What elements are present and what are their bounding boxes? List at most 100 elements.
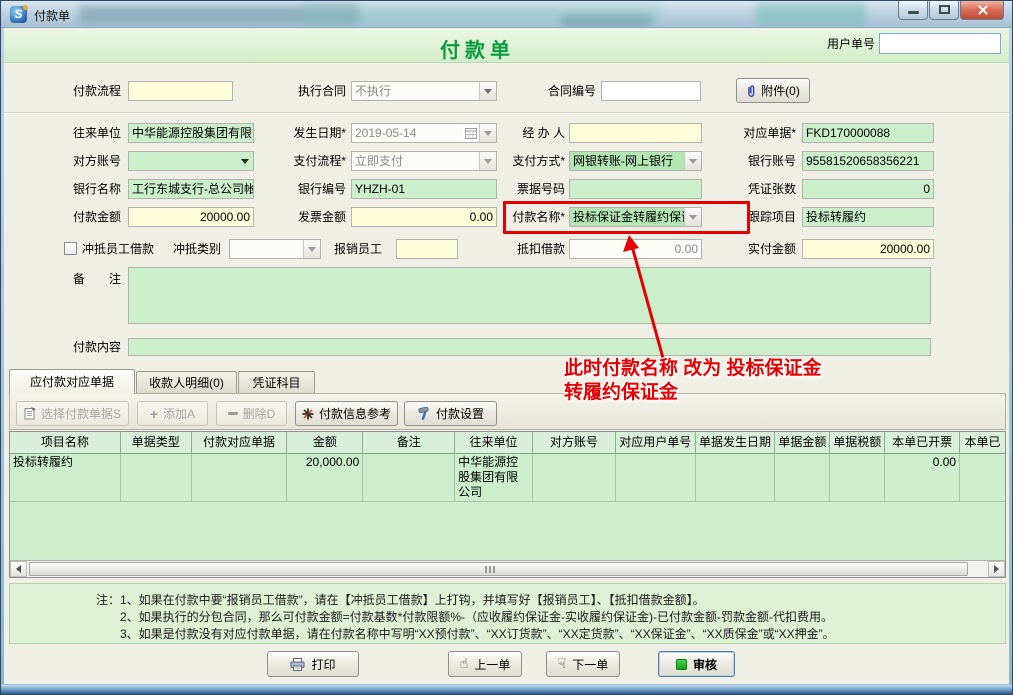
cell-user-no[interactable] (616, 454, 696, 502)
pay-method-select[interactable]: 网银转账-网上银行 (569, 151, 702, 171)
expense-emp-label: 报销员工 (334, 239, 386, 259)
exec-contract-value: 不执行 (352, 82, 479, 100)
plus-icon: + (150, 408, 158, 420)
exec-contract-label: 执行合同 (292, 81, 346, 101)
window-border-right (1009, 28, 1012, 694)
minimize-button[interactable] (898, 1, 928, 20)
column-header: 单据金额 (775, 432, 830, 454)
annotation-arrow (601, 234, 691, 360)
separator (4, 112, 1011, 114)
chevron-down-icon[interactable] (303, 240, 320, 258)
next-doc-button[interactable]: ☟ 下一单 (546, 651, 620, 677)
delete-button[interactable]: 删除D (216, 401, 287, 426)
window-controls (897, 1, 1004, 20)
audit-button[interactable]: 审核 (658, 651, 735, 677)
scroll-left-button[interactable] (10, 561, 27, 577)
payment-flow-input[interactable] (128, 81, 233, 101)
tab-payable-docs[interactable]: 应付款对应单据 (9, 369, 135, 394)
form-title: 付款单 (4, 34, 951, 63)
pay-flow-label: 支付流程* (280, 151, 346, 171)
payment-info-reference-button[interactable]: 付款信息参考 (295, 401, 398, 426)
party-account-select[interactable] (128, 151, 254, 171)
notes-panel: 注：1、如果在付款中要“报销员工借款”，请在【冲抵员工借款】上打钩，并填写好【报… (9, 583, 1006, 644)
add-button-label: 添加A (163, 405, 195, 422)
pay-amount-label: 付款金额 (41, 207, 121, 227)
bill-no-field[interactable] (569, 179, 702, 199)
cell-amount[interactable]: 20,000.00 (287, 454, 363, 502)
deduct-loan-label: 抵扣借款 (499, 239, 565, 259)
background-blur (756, 3, 866, 27)
cell-doc-type[interactable] (121, 454, 192, 502)
cell-doc-tax[interactable] (830, 454, 885, 502)
window-border-left (1, 28, 4, 694)
chevron-down-icon[interactable] (236, 152, 253, 170)
bank-name-field[interactable]: 工行东城支行-总公司帐 (128, 179, 254, 199)
expense-emp-input[interactable] (396, 239, 458, 259)
select-payment-doc-button[interactable]: 选择付款单据S (16, 401, 129, 426)
cell-doc-date[interactable] (696, 454, 776, 502)
hand-up-icon: ☝ (460, 657, 469, 671)
background-blur (561, 15, 651, 27)
scrollbar-thumb[interactable] (29, 562, 968, 576)
contract-no-input[interactable] (601, 81, 701, 101)
occur-date-value: 2019-05-14 (352, 124, 463, 142)
party-account-value (129, 152, 236, 170)
offset-loan-checkbox[interactable] (64, 242, 77, 255)
select-payment-doc-label: 选择付款单据S (41, 405, 121, 422)
cell-partner[interactable]: 中华能源控股集团有限公司 (455, 454, 533, 502)
handler-input[interactable] (569, 123, 702, 143)
track-item-field[interactable]: 投标转履约 (802, 207, 934, 227)
tab-voucher-subjects[interactable]: 凭证科目 (238, 371, 315, 394)
chevron-down-icon[interactable] (684, 152, 701, 170)
offset-type-select[interactable] (229, 239, 321, 259)
occur-date-picker[interactable]: 2019-05-14 (351, 123, 497, 143)
table-row[interactable]: 投标转履约 20,000.00 中华能源控股集团有限公司 0.00 (10, 454, 1005, 502)
ref-doc-field[interactable]: FKD170000088 (802, 123, 934, 143)
cell-project-name[interactable]: 投标转履约 (10, 454, 121, 502)
exec-contract-select[interactable]: 不执行 (351, 81, 497, 101)
offset-type-label: 冲抵类别 (173, 239, 223, 259)
invoice-amount-input[interactable]: 0.00 (351, 207, 497, 227)
hammer-icon (417, 407, 431, 420)
chevron-down-icon[interactable] (479, 152, 496, 170)
chevron-down-icon[interactable] (479, 82, 496, 100)
chevron-down-icon[interactable] (479, 124, 496, 142)
minimize-icon (908, 11, 919, 14)
payment-order-window: S 付款单 付款单 用户单号 付款流程 执行合同 不执行 合同编号 附件(0) … (0, 0, 1013, 695)
table-toolbar: 选择付款单据S + 添加A 删除D 付款信息参考 付款设置 (9, 393, 1006, 430)
partner-field[interactable]: 中华能源控股集团有限公司 (128, 123, 254, 143)
maximize-button[interactable] (929, 1, 959, 20)
column-header: 本单已 (960, 432, 1005, 454)
printer-icon (290, 658, 305, 671)
actual-amount-input[interactable]: 20000.00 (802, 239, 934, 259)
attachment-button[interactable]: 附件(0) (736, 78, 810, 103)
horizontal-scrollbar[interactable] (10, 560, 1005, 577)
close-button[interactable] (960, 1, 1004, 20)
minus-icon (228, 412, 238, 415)
voucher-count-field[interactable]: 0 (802, 179, 934, 199)
cell-pay-doc[interactable] (192, 454, 288, 502)
column-header: 本单已开票 (885, 432, 960, 454)
bank-name-label: 银行名称 (41, 179, 121, 199)
pay-flow-select[interactable]: 立即支付 (351, 151, 497, 171)
actual-amount-label: 实付金额 (711, 239, 796, 259)
remark-textarea[interactable] (128, 267, 931, 324)
tab-payee-detail[interactable]: 收款人明细(0) (136, 371, 237, 394)
user-no-input[interactable] (879, 33, 1001, 54)
pay-amount-input[interactable]: 20000.00 (128, 207, 254, 227)
cell-remark[interactable] (363, 454, 455, 502)
scroll-right-button[interactable] (988, 561, 1005, 577)
payment-info-reference-label: 付款信息参考 (319, 405, 391, 422)
cell-invoiced[interactable]: 0.00 (885, 454, 960, 502)
add-button[interactable]: + 添加A (137, 401, 208, 426)
prev-doc-button[interactable]: ☝ 上一单 (448, 651, 522, 677)
cell-extra[interactable] (960, 454, 1005, 502)
cell-doc-amount[interactable] (775, 454, 830, 502)
green-square-icon (676, 659, 687, 670)
bank-account-field[interactable]: 95581520658356221 (802, 151, 934, 171)
print-button[interactable]: 打印 (267, 651, 359, 677)
payment-settings-button[interactable]: 付款设置 (404, 401, 497, 426)
bank-code-field[interactable]: YHZH-01 (351, 179, 497, 199)
column-header: 对应用户单号 (616, 432, 696, 454)
cell-party-account[interactable] (533, 454, 616, 502)
